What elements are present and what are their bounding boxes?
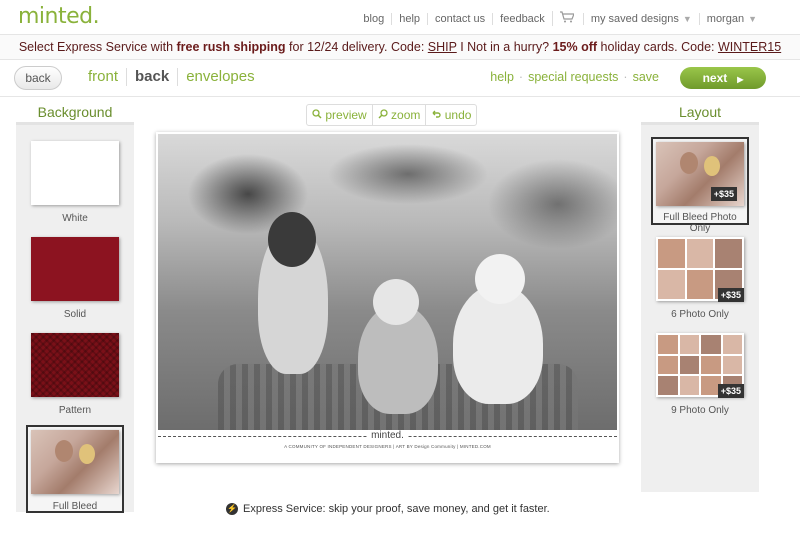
photo-cell bbox=[679, 376, 699, 395]
layout-label: Full Bleed Photo Only bbox=[663, 212, 737, 234]
background-panel: White Solid Pattern Full Bleed bbox=[16, 122, 134, 513]
swatch-pattern bbox=[31, 333, 119, 397]
promo-banner: Select Express Service with free rush sh… bbox=[0, 34, 800, 60]
user-name: morgan bbox=[706, 12, 745, 25]
price-badge: +$35 bbox=[717, 288, 744, 302]
photo-cell bbox=[658, 270, 685, 299]
photo-cell bbox=[658, 335, 678, 354]
layout-option-6-photo[interactable]: +$35 6 Photo Only bbox=[641, 237, 759, 320]
promo-code[interactable]: SHIP bbox=[428, 40, 457, 54]
help-link[interactable]: help bbox=[485, 70, 519, 84]
promo-text: holiday cards. Code: bbox=[597, 40, 718, 54]
promo-code[interactable]: WINTER15 bbox=[718, 40, 781, 54]
photo-cell bbox=[658, 239, 685, 268]
swatch-full-bleed bbox=[31, 430, 119, 494]
zoom-label: zoom bbox=[391, 108, 421, 122]
special-requests-link[interactable]: special requests bbox=[523, 70, 623, 84]
swatch-solid bbox=[31, 237, 119, 301]
undo-button[interactable]: undo bbox=[425, 105, 476, 125]
background-option-solid[interactable]: Solid bbox=[16, 237, 134, 320]
layout-option-9-photo[interactable]: +$35 9 Photo Only bbox=[641, 333, 759, 416]
card-brand-mark: minted. bbox=[158, 430, 617, 441]
price-badge: +$35 bbox=[710, 187, 737, 201]
saved-designs-menu[interactable]: my saved designs ▼ bbox=[582, 12, 699, 25]
top-links: blog help contact us feedback my saved d… bbox=[356, 11, 764, 26]
photo-cell bbox=[701, 335, 721, 354]
background-panel-title: Background bbox=[37, 104, 113, 120]
back-button[interactable]: back bbox=[14, 66, 62, 90]
photo-cell bbox=[701, 355, 721, 375]
swatch-label: White bbox=[62, 213, 88, 224]
card-preview[interactable]: minted. A COMMUNITY OF INDEPENDENT DESIG… bbox=[156, 132, 619, 463]
preview-button[interactable]: preview bbox=[307, 105, 372, 125]
price-badge: +$35 bbox=[717, 384, 744, 398]
zoom-icon bbox=[378, 109, 388, 119]
card-photo[interactable] bbox=[158, 134, 617, 430]
promo-text: I Not in a hurry? bbox=[456, 40, 553, 54]
help-link[interactable]: help bbox=[391, 12, 427, 25]
child-head-shape bbox=[268, 212, 316, 267]
step-bar: back front back envelopes help · special… bbox=[0, 61, 800, 97]
side-tabs: front back envelopes bbox=[80, 68, 263, 86]
save-link[interactable]: save bbox=[628, 70, 664, 84]
layout-label: 6 Photo Only bbox=[671, 309, 729, 320]
card-fine-print: A COMMUNITY OF INDEPENDENT DESIGNERS | A… bbox=[284, 444, 491, 449]
undo-label: undo bbox=[444, 108, 472, 122]
next-button[interactable]: next ▶ bbox=[680, 67, 766, 89]
chevron-down-icon: ▼ bbox=[682, 13, 692, 24]
zoom-button[interactable]: zoom bbox=[371, 105, 426, 125]
play-arrow-icon: ▶ bbox=[737, 75, 744, 84]
swatch-white bbox=[31, 141, 119, 205]
saved-designs-label: my saved designs bbox=[590, 12, 679, 25]
card-brand-text: minted. bbox=[368, 430, 407, 441]
card-tools: preview zoom undo bbox=[306, 104, 478, 126]
promo-text: for 12/24 delivery. Code: bbox=[285, 40, 428, 54]
promo-bold: 15% off bbox=[552, 40, 598, 54]
photo-cell bbox=[679, 355, 699, 375]
cart-icon bbox=[559, 11, 574, 23]
photo-cell bbox=[722, 355, 742, 375]
step-links: help · special requests · save bbox=[485, 70, 664, 84]
magnifier-icon bbox=[312, 109, 322, 119]
tab-envelopes[interactable]: envelopes bbox=[177, 68, 262, 86]
photo-cell bbox=[679, 335, 699, 354]
blog-link[interactable]: blog bbox=[356, 13, 391, 25]
promo-bold: free rush shipping bbox=[176, 40, 286, 54]
express-service-note: ⚡ Express Service: skip your proof, save… bbox=[226, 503, 550, 515]
tab-back[interactable]: back bbox=[126, 68, 177, 86]
top-nav: minted. blog help contact us feedback my… bbox=[0, 0, 800, 34]
background-option-full-bleed[interactable]: Full Bleed bbox=[26, 425, 124, 513]
swatch-label: Solid bbox=[63, 309, 87, 320]
minted-logo[interactable]: minted. bbox=[18, 4, 100, 29]
swatch-label: Pattern bbox=[58, 405, 92, 416]
photo-cell bbox=[715, 239, 742, 268]
layout-panel: +$35 Full Bleed Photo Only +$35 6 Photo … bbox=[641, 122, 759, 492]
next-label: next bbox=[702, 71, 728, 85]
photo-cell bbox=[722, 335, 742, 354]
preview-label: preview bbox=[325, 108, 367, 122]
photo-cell bbox=[658, 376, 678, 395]
lightning-icon: ⚡ bbox=[226, 503, 238, 515]
child-head-shape bbox=[373, 279, 419, 325]
chevron-down-icon: ▼ bbox=[748, 13, 757, 24]
child-head-shape bbox=[475, 254, 525, 304]
layout-panel-title: Layout bbox=[678, 104, 722, 120]
feedback-link[interactable]: feedback bbox=[492, 12, 552, 25]
photo-cell bbox=[686, 239, 714, 268]
contact-us-link[interactable]: contact us bbox=[427, 12, 492, 25]
card-footer: minted. A COMMUNITY OF INDEPENDENT DESIG… bbox=[158, 430, 617, 461]
undo-icon bbox=[432, 110, 442, 118]
photo-cell bbox=[686, 270, 714, 299]
promo-text: Select Express Service with bbox=[18, 40, 177, 54]
swatch-label: Full Bleed bbox=[52, 501, 98, 512]
cart-link[interactable] bbox=[551, 11, 583, 26]
tab-front[interactable]: front bbox=[80, 68, 126, 86]
layout-label: 9 Photo Only bbox=[671, 405, 729, 416]
background-option-pattern[interactable]: Pattern bbox=[16, 333, 134, 416]
background-option-white[interactable]: White bbox=[16, 141, 134, 224]
photo-cell bbox=[658, 355, 678, 375]
express-text: Express Service: skip your proof, save m… bbox=[243, 503, 550, 515]
layout-option-full-bleed[interactable]: +$35 Full Bleed Photo Only bbox=[651, 137, 749, 234]
user-menu[interactable]: morgan ▼ bbox=[698, 12, 764, 25]
